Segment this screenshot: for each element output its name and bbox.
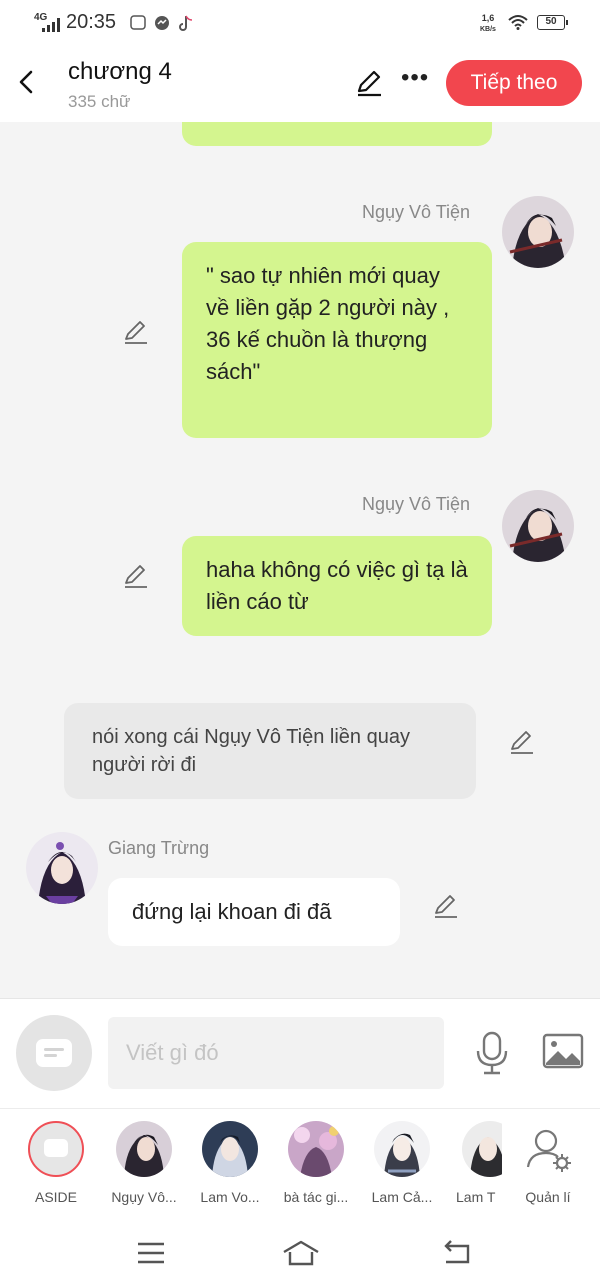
avatar [462,1121,502,1177]
avatar[interactable] [26,832,98,904]
user-settings-icon [526,1129,571,1172]
next-button[interactable]: Tiếp theo [446,60,582,106]
chapter-title: chương 4 [68,58,172,85]
character-strip: ASIDE Ngụy Vô... Lam Vo... bà tác gi... … [0,1108,600,1218]
message-bubble[interactable]: đứng lại khoan đi đã [108,878,400,946]
manage-label: Quản lí [525,1189,571,1205]
avatar [202,1121,258,1177]
message-bubble[interactable]: haha không có việc gì tạ là liền cáo từ [182,536,492,636]
message-bubble[interactable]: " sao tự nhiên mới quay về liền gặp 2 ng… [182,242,492,438]
narration-bubble[interactable]: nói xong cái Ngụy Vô Tiện liền quay ngườ… [64,703,476,799]
character-label: ASIDE [34,1189,77,1205]
avatar [374,1121,430,1177]
message-author: Ngụy Vô Tiện [362,494,471,514]
top-bar: chương 4 335 chữ ••• Tiếp theo [0,46,600,122]
character-item[interactable]: Lam Cả... [360,1121,444,1205]
pencil-icon[interactable] [354,68,384,98]
network-speed: 1,6 KB/s [480,13,496,33]
clock: 20:35 [66,11,117,33]
home-icon[interactable] [282,1238,320,1268]
aside-avatar [28,1121,84,1177]
back-arrow-icon[interactable] [14,66,38,98]
aside-toggle-button[interactable] [16,1015,92,1091]
character-aside[interactable]: ASIDE [14,1121,98,1205]
manage-characters[interactable]: Quản lí [506,1121,590,1205]
message-author: Ngụy Vô Tiện [362,202,471,222]
message-input[interactable]: Viết gì đó [108,1017,444,1089]
status-bar: 4G 20:35 1,6 KB/s 50 [0,0,600,46]
compose-bar: Viết gì đó [0,998,600,1108]
character-label: Lam T [456,1189,496,1205]
previous-message-bubble [182,122,492,146]
character-item[interactable]: Ngụy Vô... [102,1121,186,1205]
signal-icon [42,18,60,32]
back-icon[interactable] [442,1238,472,1268]
character-item[interactable]: bà tác gi... [274,1121,358,1205]
image-icon[interactable] [542,1033,584,1069]
pencil-icon[interactable] [508,728,536,756]
avatar [116,1121,172,1177]
character-label: bà tác gi... [283,1189,349,1205]
microphone-icon[interactable] [474,1031,510,1075]
pencil-icon[interactable] [122,318,150,346]
battery-icon: 50 [537,15,568,30]
more-options-icon[interactable]: ••• [401,64,429,92]
menu-icon[interactable] [136,1238,166,1268]
word-count: 335 chữ [68,92,131,111]
avatar[interactable] [502,490,574,562]
chat-area: Ngụy Vô Tiện " sao tự nhiên mới quay về … [0,122,600,998]
system-nav-bar [0,1218,600,1287]
message-author: Giang Trừng [108,838,210,858]
avatar [288,1121,344,1177]
character-label: Ngụy Vô... [111,1189,177,1205]
character-item[interactable]: Lam Vo... [188,1121,272,1205]
wifi-icon [508,15,528,30]
character-label: Lam Vo... [200,1189,260,1205]
pencil-icon[interactable] [432,892,460,920]
pencil-icon[interactable] [122,562,150,590]
character-label: Lam Cả... [371,1189,433,1205]
notification-icons [130,15,193,31]
chat-icon [36,1039,72,1067]
character-item[interactable]: Lam T [446,1121,502,1205]
avatar[interactable] [502,196,574,268]
